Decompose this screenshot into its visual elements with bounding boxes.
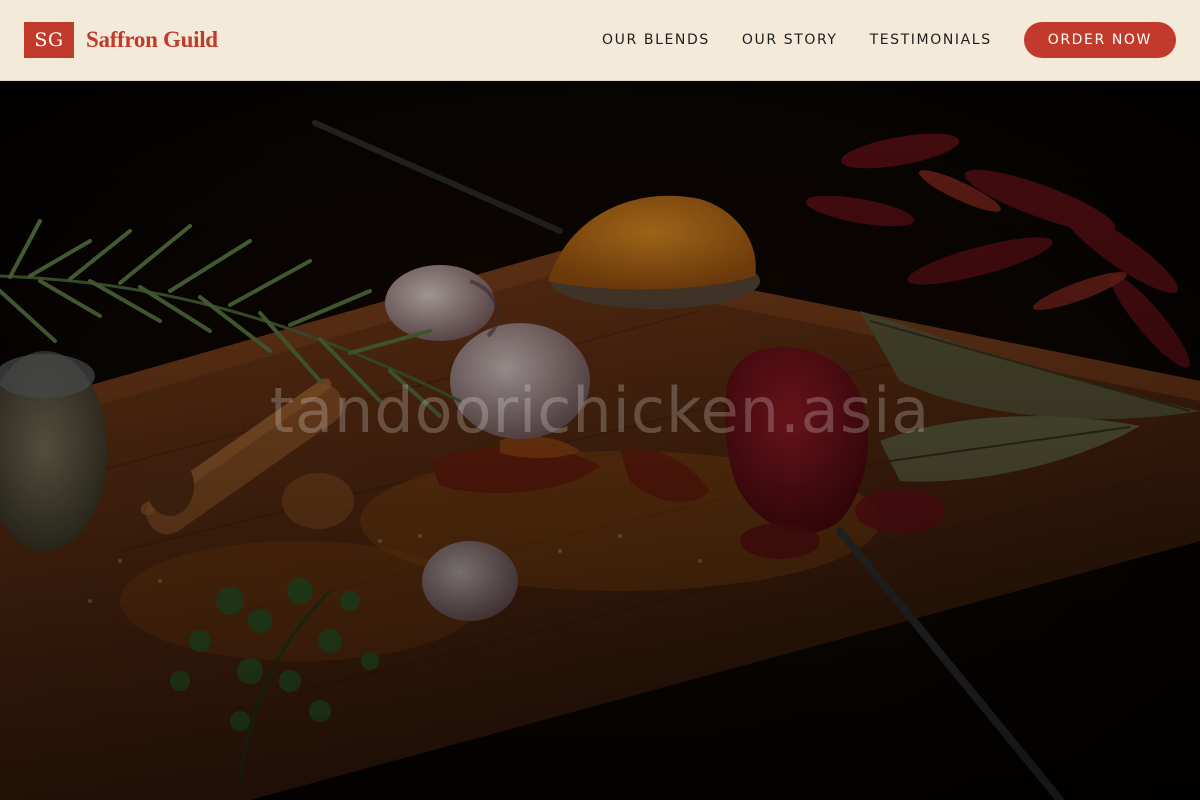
nav-link-our-story[interactable]: OUR STORY xyxy=(742,32,838,48)
hero-section: tandoorichicken.asia xyxy=(0,81,1200,800)
logo-mark[interactable]: SG xyxy=(24,22,74,58)
watermark-text: tandoorichicken.asia xyxy=(269,374,931,447)
nav-link-our-blends[interactable]: OUR BLENDS xyxy=(602,32,710,48)
site-header: SG Saffron Guild OUR BLENDS OUR STORY TE… xyxy=(0,0,1200,81)
nav-link-testimonials[interactable]: TESTIMONIALS xyxy=(870,32,992,48)
main-nav: OUR BLENDS OUR STORY TESTIMONIALS ORDER … xyxy=(602,22,1176,58)
brand[interactable]: SG Saffron Guild xyxy=(24,22,218,58)
brand-name[interactable]: Saffron Guild xyxy=(86,27,218,53)
order-now-button[interactable]: ORDER NOW xyxy=(1023,22,1176,58)
